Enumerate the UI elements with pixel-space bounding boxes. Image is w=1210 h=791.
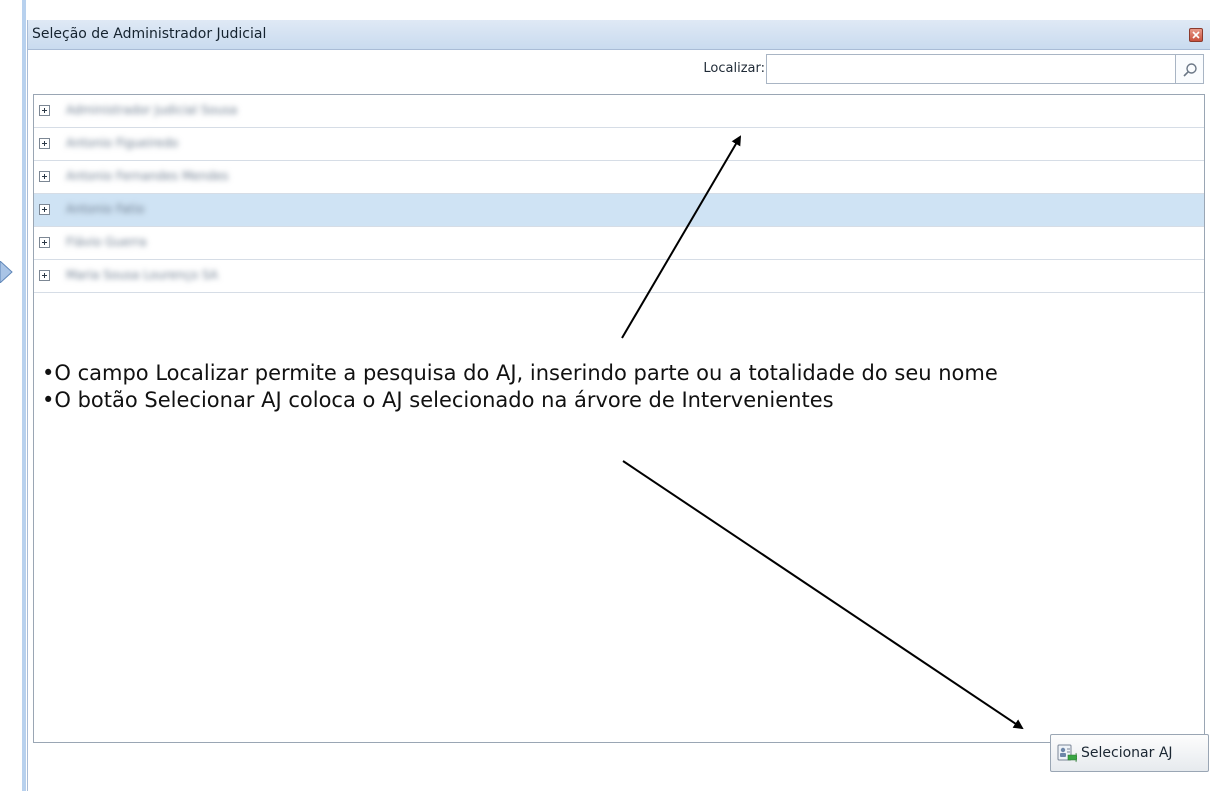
admin-tree-grid[interactable]: Administrador Judicial Sousa Antonio Fig… (33, 94, 1205, 743)
tree-row[interactable]: Maria Sousa Lourenço SA (34, 260, 1204, 293)
help-annotation: •O campo Localizar permite a pesquisa do… (42, 360, 1152, 414)
tree-row-name: Maria Sousa Lourenço SA (66, 268, 219, 282)
select-aj-button[interactable]: Selecionar AJ (1050, 734, 1209, 772)
tree-row-name: Antonio Fernandes Mendes (66, 169, 229, 183)
plus-square-icon[interactable] (39, 237, 50, 248)
dialog-title: Seleção de Administrador Judicial (32, 26, 267, 42)
search-button[interactable] (1176, 54, 1204, 84)
dialog-titlebar[interactable]: Seleção de Administrador Judicial (28, 20, 1210, 50)
tree-row[interactable]: Administrador Judicial Sousa (34, 95, 1204, 128)
plus-square-icon[interactable] (39, 171, 50, 182)
plus-square-icon[interactable] (39, 204, 50, 215)
side-arrow-icon (0, 261, 13, 283)
tree-row[interactable]: Antonio Figueiredo (34, 128, 1204, 161)
search-input[interactable] (766, 54, 1176, 84)
search-label: Localizar: (703, 61, 765, 76)
close-icon[interactable] (1189, 28, 1203, 42)
tree-row[interactable]: Antonio Fernandes Mendes (34, 161, 1204, 194)
plus-square-icon[interactable] (39, 138, 50, 149)
background-window-edge (0, 0, 26, 791)
annotation-line-2: •O botão Selecionar AJ coloca o AJ selec… (42, 388, 834, 412)
search-icon (1183, 63, 1197, 77)
tree-row[interactable]: Flávio Guerra (34, 227, 1204, 260)
select-person-icon (1057, 744, 1077, 763)
tree-row-name: Flávio Guerra (66, 235, 147, 249)
tree-row-selected[interactable]: Antonio Fatio (34, 194, 1204, 227)
annotation-line-1: •O campo Localizar permite a pesquisa do… (42, 361, 998, 385)
tree-row-name: Antonio Fatio (66, 202, 145, 216)
plus-square-icon[interactable] (39, 105, 50, 116)
tree-row-name: Administrador Judicial Sousa (66, 103, 238, 117)
select-aj-button-label: Selecionar AJ (1081, 745, 1173, 761)
tree-row-name: Antonio Figueiredo (66, 136, 179, 150)
plus-square-icon[interactable] (39, 270, 50, 281)
